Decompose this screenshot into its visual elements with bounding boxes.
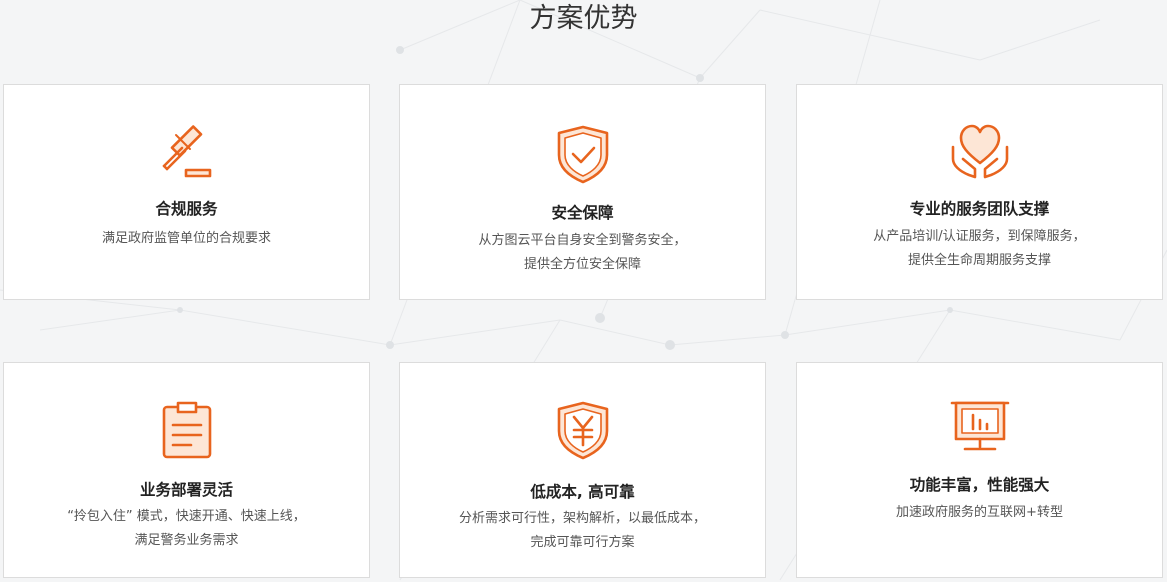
card-title: 业务部署灵活 [139, 481, 233, 499]
card-desc-line: 从方图云平台自身安全到警务安全， [478, 233, 687, 248]
card-desc-line: 满足政府监管单位的合规要求 [101, 231, 271, 246]
card-flexible-deploy: 业务部署灵活 “拎包入住” 模式，快速开通、快速上线， 满足警务业务需求 [3, 362, 370, 578]
card-description: 从方图云平台自身安全到警务安全， 提供全方位安全保障 [400, 229, 765, 277]
card-rich-features: 功能丰富，性能强大 加速政府服务的互联网+转型 [796, 362, 1163, 578]
gavel-icon [156, 121, 218, 183]
card-description: 从产品培训/认证服务，到保障服务， 提供全生命周期服务支撑 [797, 225, 1162, 273]
card-desc-line: 从产品培训/认证服务，到保障服务， [873, 229, 1086, 244]
shield-check-icon [552, 123, 614, 185]
card-security: 安全保障 从方图云平台自身安全到警务安全， 提供全方位安全保障 [399, 84, 766, 300]
card-description: 加速政府服务的互联网+转型 [797, 501, 1162, 525]
card-desc-line: 提供全方位安全保障 [523, 257, 641, 272]
shield-yen-icon [552, 399, 614, 461]
card-title: 功能丰富，性能强大 [909, 476, 1050, 494]
card-desc-line: 满足警务业务需求 [134, 533, 239, 548]
clipboard-icon [156, 399, 218, 461]
section-title: 方案优势 [529, 3, 638, 34]
card-desc-line: 分析需求可行性，架构解析，以最低成本， [458, 511, 706, 526]
card-desc-line: 完成可靠可行方案 [530, 535, 635, 550]
card-compliance: 合规服务 满足政府监管单位的合规要求 [3, 84, 370, 300]
card-desc-line: 加速政府服务的互联网+转型 [896, 505, 1063, 520]
card-desc-line: “拎包入住” 模式，快速开通、快速上线， [67, 509, 306, 524]
card-description: 满足政府监管单位的合规要求 [4, 227, 369, 251]
card-low-cost: 低成本, 高可靠 分析需求可行性，架构解析，以最低成本， 完成可靠可行方案 [399, 362, 766, 578]
card-description: 分析需求可行性，架构解析，以最低成本， 完成可靠可行方案 [400, 507, 765, 555]
presentation-chart-icon [949, 397, 1011, 459]
card-service-team: 专业的服务团队支撑 从产品培训/认证服务，到保障服务， 提供全生命周期服务支撑 [796, 84, 1163, 300]
card-title: 合规服务 [155, 200, 218, 218]
card-title: 安全保障 [551, 204, 614, 222]
card-title: 专业的服务团队支撑 [909, 200, 1050, 218]
card-description: “拎包入住” 模式，快速开通、快速上线， 满足警务业务需求 [4, 505, 369, 553]
card-desc-line: 提供全生命周期服务支撑 [907, 253, 1051, 268]
heart-hands-icon [949, 119, 1011, 181]
card-title: 低成本, 高可靠 [530, 483, 635, 501]
